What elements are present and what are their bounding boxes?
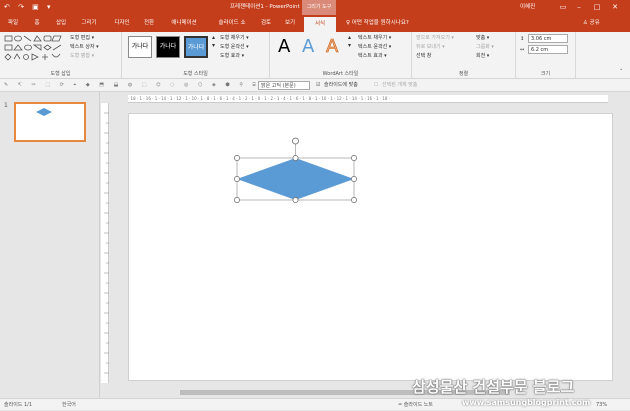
resize-handle-n[interactable]: [292, 155, 299, 161]
tab-format[interactable]: 서식: [304, 17, 336, 32]
ribbon: 도형 편집 ▾ 텍스트 상자 ▾ 도형 병합 ▾ 도형 삽입 가나다 가나다 가…: [0, 32, 630, 79]
text-effects-button[interactable]: 텍스트 효과 ▾: [358, 52, 387, 60]
tab-transitions[interactable]: 전환: [141, 17, 157, 32]
shape-outline-button[interactable]: 도형 윤곽선 ▾: [220, 43, 249, 51]
selected-align-checkbox[interactable]: ☐: [374, 81, 378, 90]
shape-style-blue[interactable]: 가나다: [184, 36, 208, 58]
group-insert-shapes: 도형 편집 ▾ 텍스트 상자 ▾ 도형 병합 ▾ 도형 삽입: [0, 32, 122, 79]
group-button[interactable]: 그룹화 ▾: [476, 43, 494, 51]
fit-slide-label: 슬라이드에 맞춤: [324, 82, 358, 88]
group-shape-styles: 가나다 가나다 가나다 ▴ ▾ 도형 채우기 ▾ 도형 윤곽선 ▾ 도형 효과 ▾…: [122, 32, 270, 79]
group-label-insert-shapes: 도형 삽입: [50, 71, 71, 77]
context-tab-label: 그리기 도구: [302, 0, 336, 15]
tab-file[interactable]: 파일: [6, 17, 20, 32]
title-bar: ↶ ↷ ▣ ▾ 프레젠테이션1 - PowerPoint 그리기 도구 이혜진 …: [0, 0, 630, 15]
slide-canvas[interactable]: [128, 113, 613, 381]
merge-shapes-button[interactable]: 도형 병합 ▾: [70, 52, 94, 60]
rotate-handle[interactable]: [292, 137, 299, 145]
group-label-shape-styles: 도형 스타일: [183, 71, 208, 77]
wordart-blue[interactable]: A: [302, 36, 314, 57]
group-label-size: 크기: [540, 71, 551, 77]
slide-thumbnail-1[interactable]: [14, 102, 86, 142]
tell-me-search[interactable]: ♀ 어떤 작업을 원하시나요?: [346, 17, 409, 30]
group-size: ↕ 3.06 cm ↔ 6.2 cm 크기: [516, 32, 576, 79]
width-icon: ↔: [520, 47, 525, 53]
tab-slideshow[interactable]: 슬라이드 쇼: [212, 17, 252, 32]
edit-shape-button[interactable]: 도형 편집 ▾: [70, 34, 94, 42]
horizontal-ruler: · 18 · 1 · 16 · 1 · 14 · 1 · 12 · 1 · 10…: [128, 95, 608, 103]
shape-style-black[interactable]: 가나다: [156, 36, 180, 58]
tab-draw[interactable]: 그리기: [78, 17, 100, 32]
share-button[interactable]: ♙ 공유: [583, 17, 600, 30]
wordart-black[interactable]: A: [278, 36, 290, 57]
window-title: 프레젠테이션1 - PowerPoint: [230, 4, 300, 10]
selection-pane-button[interactable]: 선택 창: [416, 52, 431, 60]
height-input[interactable]: 3.06 cm: [528, 34, 568, 43]
group-label-arrange: 정렬: [458, 71, 469, 77]
wordart-gallery-more-icon[interactable]: ▴ ▾: [348, 34, 351, 50]
group-label-wordart: WordArt 스타일: [322, 71, 359, 77]
rotate-button[interactable]: 회전 ▾: [476, 52, 489, 60]
fit-slide-checkbox[interactable]: ☑: [316, 81, 320, 90]
zoom-level[interactable]: 73%: [596, 399, 607, 411]
thumbnail-diamond: [36, 108, 52, 116]
height-icon: ↕: [520, 36, 525, 42]
blog-watermark-url: www.samsungblogprint.com: [462, 398, 591, 407]
shape-gallery-icon[interactable]: [4, 35, 66, 63]
resize-handle-s[interactable]: [292, 197, 299, 203]
diamond-shape[interactable]: [237, 158, 354, 200]
tab-view[interactable]: 보기: [282, 17, 298, 32]
tab-home[interactable]: 홈: [30, 17, 44, 32]
selected-align-label: 선택된 개체 맞춤: [382, 82, 418, 88]
slide-number: 1: [4, 102, 8, 109]
secondary-toolbar: ✎ ↸ ✂ ⬚ ⟳ ⌖ ◆ ⬒ ⬓ ◍ ⬚ ⌬ ◌ ◎ ⬡ ◈ ⬢ ⚲ ⌸ ⎙ …: [0, 79, 630, 92]
resize-handle-se[interactable]: [351, 197, 357, 203]
quick-access-toolbar[interactable]: ↶ ↷ ▣ ▾: [4, 0, 54, 15]
minimize-icon[interactable]: –: [572, 0, 586, 15]
width-input[interactable]: 6.2 cm: [528, 45, 568, 54]
group-arrange: 앞으로 가져오기 ▾ 뒤로 보내기 ▾ 선택 창 맞춤 ▾ 그룹화 ▾ 회전 ▾…: [412, 32, 516, 79]
ribbon-tab-bar: 파일 홈 삽입 그리기 디자인 전환 애니메이션 슬라이드 쇼 검토 보기 서식…: [0, 15, 630, 32]
resize-handle-e[interactable]: [351, 176, 357, 182]
slide-count: 슬라이드 1/1: [4, 402, 33, 408]
text-box-button[interactable]: 텍스트 상자 ▾: [70, 43, 99, 51]
bring-forward-button[interactable]: 앞으로 가져오기 ▾: [416, 34, 454, 42]
slide-thumbnail-panel: 1: [0, 92, 100, 398]
resize-handle-nw[interactable]: [234, 155, 240, 161]
language-indicator[interactable]: 한국어: [62, 399, 76, 411]
collapse-ribbon-icon[interactable]: ˄: [620, 68, 623, 76]
shape-style-white[interactable]: 가나다: [128, 36, 152, 58]
tab-animations[interactable]: 애니메이션: [164, 17, 204, 32]
slide-shapes: [234, 137, 357, 203]
blog-watermark: 삼성물산 건설부문 블로그: [412, 378, 575, 396]
text-fill-button[interactable]: 텍스트 채우기 ▾: [358, 34, 391, 42]
text-outline-button[interactable]: 텍스트 윤곽선 ▾: [358, 43, 391, 51]
ribbon-display-icon[interactable]: ▭: [556, 0, 570, 15]
close-icon[interactable]: ✕: [608, 0, 622, 15]
shape-effects-button[interactable]: 도형 효과 ▾: [220, 52, 244, 60]
tab-design[interactable]: 디자인: [110, 17, 134, 32]
resize-handle-sw[interactable]: [234, 197, 240, 203]
resize-handle-w[interactable]: [234, 176, 240, 182]
toolbar-icons-group[interactable]: ✎ ↸ ✂ ⬚ ⟳ ⌖ ◆ ⬒ ⬓ ◍ ⬚ ⌬ ◌ ◎ ⬡ ◈ ⬢ ⚲ ⌸ ⎙ …: [4, 81, 287, 90]
notes-button[interactable]: ≐ 슬라이드 노트: [398, 399, 433, 411]
group-wordart: A A A ▴ ▾ 텍스트 채우기 ▾ 텍스트 윤곽선 ▾ 텍스트 효과 ▾ Wo…: [270, 32, 412, 79]
align-button[interactable]: 맞춤 ▾: [476, 34, 489, 42]
tab-review[interactable]: 검토: [258, 17, 274, 32]
shape-fill-button[interactable]: 도형 채우기 ▾: [220, 34, 249, 42]
send-backward-button[interactable]: 뒤로 보내기 ▾: [416, 43, 445, 51]
user-name[interactable]: 이혜진: [520, 0, 535, 15]
style-gallery-more-icon[interactable]: ▴ ▾: [212, 34, 215, 50]
wordart-orange[interactable]: A: [326, 36, 339, 58]
maximize-icon[interactable]: □: [590, 0, 604, 15]
font-name-select[interactable]: 맑은 고딕 (본문): [258, 81, 310, 90]
tab-insert[interactable]: 삽입: [52, 17, 70, 32]
resize-handle-ne[interactable]: [351, 155, 357, 161]
vertical-ruler: [101, 103, 109, 383]
